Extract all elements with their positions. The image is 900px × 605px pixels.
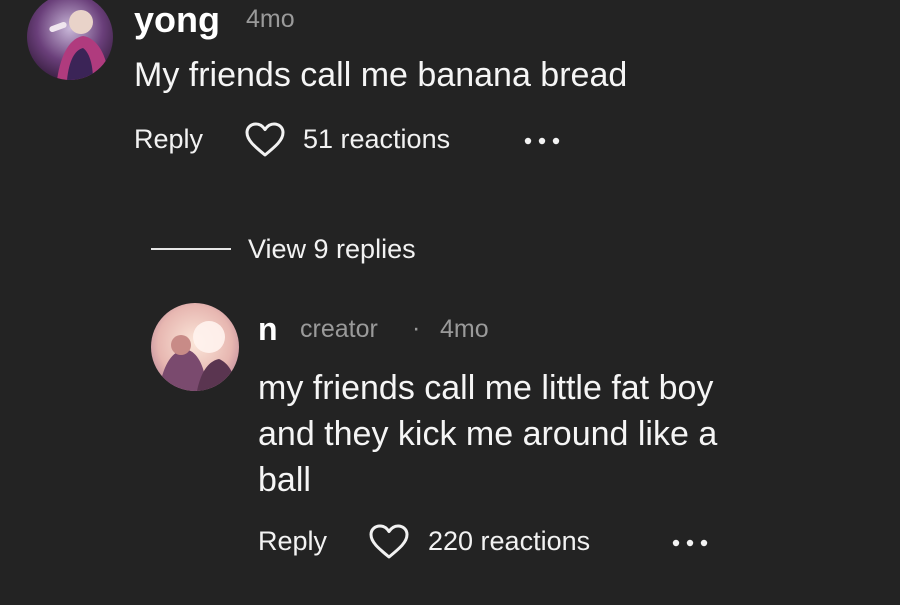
- reply-text-line: and they kick me around like a: [258, 415, 718, 453]
- meta-separator: ·: [412, 314, 421, 342]
- reactions-count[interactable]: 220 reactions: [428, 524, 590, 558]
- creator-badge: creator: [300, 315, 378, 343]
- reactions-count[interactable]: 51 reactions: [303, 122, 450, 156]
- reply-username[interactable]: n: [258, 310, 278, 348]
- reply-timestamp: 4mo: [440, 315, 489, 343]
- reply-button[interactable]: Reply: [258, 524, 327, 558]
- heart-outline-icon[interactable]: [368, 523, 410, 561]
- reply-text: my friends call me little fat boy and th…: [258, 365, 858, 503]
- reply-button[interactable]: Reply: [134, 122, 203, 156]
- avatar[interactable]: [27, 0, 113, 80]
- more-options-icon[interactable]: [522, 124, 566, 158]
- reply-text-line: ball: [258, 461, 311, 499]
- comment-username[interactable]: yong: [134, 0, 220, 40]
- replies-divider: [151, 248, 231, 250]
- avatar[interactable]: [151, 303, 239, 391]
- view-replies-button[interactable]: View 9 replies: [248, 232, 416, 266]
- heart-outline-icon[interactable]: [244, 121, 286, 159]
- more-options-icon[interactable]: [670, 526, 714, 560]
- comment-text: My friends call me banana bread: [134, 56, 628, 94]
- comment-timestamp: 4mo: [246, 5, 295, 33]
- reply-text-line: my friends call me little fat boy: [258, 369, 714, 407]
